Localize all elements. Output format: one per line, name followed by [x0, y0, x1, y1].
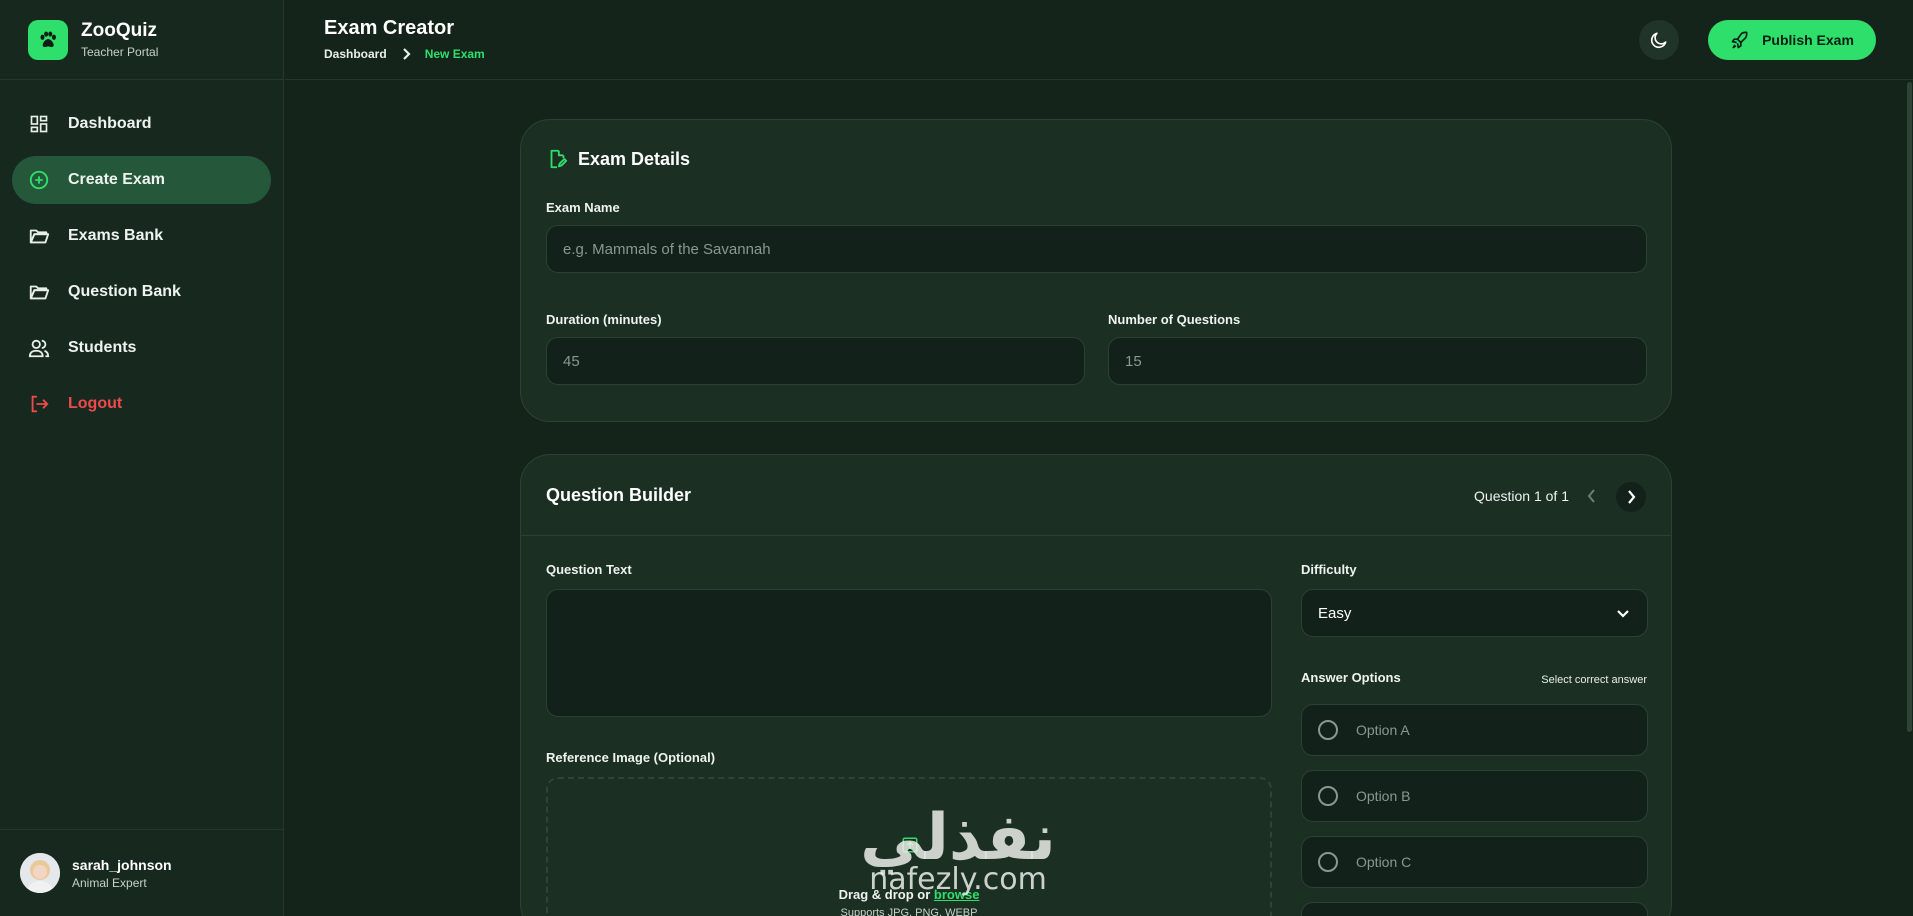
- logout-icon: [28, 393, 50, 415]
- image-upload-icon: [901, 836, 919, 854]
- question-text-label: Question Text: [546, 562, 632, 577]
- breadcrumb: Dashboard New Exam: [324, 47, 485, 61]
- answer-option-c[interactable]: Option C: [1301, 836, 1648, 888]
- difficulty-label: Difficulty: [1301, 562, 1357, 577]
- sidebar-item-question-bank[interactable]: Question Bank: [12, 268, 271, 316]
- radio-button[interactable]: [1318, 720, 1338, 740]
- reference-image-label: Reference Image (Optional): [546, 750, 716, 765]
- question-text-input[interactable]: [546, 589, 1272, 717]
- users-icon: [28, 337, 50, 359]
- sidebar-item-create-exam[interactable]: Create Exam: [12, 156, 271, 204]
- option-text: Option B: [1356, 788, 1411, 804]
- previous-question-button[interactable]: [1578, 482, 1606, 510]
- difficulty-value: Easy: [1318, 604, 1352, 622]
- exam-name-input[interactable]: [546, 225, 1647, 273]
- publish-exam-button[interactable]: Publish Exam: [1708, 20, 1876, 60]
- answer-option-a[interactable]: Option A: [1301, 704, 1648, 756]
- question-builder-header: Question Builder Question 1 of 1: [521, 455, 1671, 536]
- dropzone-instruction: Drag & drop or: [838, 887, 934, 902]
- sidebar-item-exams-bank[interactable]: Exams Bank: [12, 212, 271, 260]
- answer-options-label: Answer Options: [1301, 670, 1401, 685]
- dashboard-icon: [28, 113, 50, 135]
- scrollbar-thumb[interactable]: [1907, 82, 1912, 732]
- chevron-right-icon: [1625, 490, 1637, 504]
- breadcrumb-current: New Exam: [424, 47, 485, 61]
- chevron-right-icon: [401, 48, 411, 60]
- sidebar-item-label: Question Bank: [68, 283, 181, 300]
- question-builder-card: Question Builder Question 1 of 1 Questio…: [520, 454, 1672, 916]
- number-of-questions-input[interactable]: [1108, 337, 1647, 385]
- breadcrumb-home[interactable]: Dashboard: [324, 47, 387, 61]
- radio-button[interactable]: [1318, 786, 1338, 806]
- answer-option-b[interactable]: Option B: [1301, 770, 1648, 822]
- exam-details-card: Exam Details Exam Name Duration (minutes…: [520, 119, 1672, 422]
- dropzone-supported-formats: Supports JPG, PNG, WEBP: [840, 907, 978, 916]
- difficulty-select[interactable]: Easy: [1301, 589, 1648, 637]
- theme-toggle-button[interactable]: [1639, 20, 1679, 60]
- brand-subtitle: Teacher Portal: [81, 45, 159, 59]
- plus-circle-icon: [28, 169, 50, 191]
- user-profile[interactable]: sarah_johnson Animal Expert: [0, 829, 284, 916]
- page-scrollbar[interactable]: [1905, 80, 1913, 916]
- moon-icon: [1649, 30, 1669, 50]
- sidebar-item-label: Create Exam: [68, 171, 165, 188]
- sidebar-nav: Dashboard Create Exam Exams Bank Questio…: [0, 80, 283, 428]
- number-of-questions-label: Number of Questions: [1108, 312, 1241, 327]
- folder-icon: [28, 225, 50, 247]
- sidebar-item-students[interactable]: Students: [12, 324, 271, 372]
- folder-icon: [28, 281, 50, 303]
- brand-title: ZooQuiz: [81, 20, 157, 41]
- avatar: [20, 853, 60, 893]
- radio-button[interactable]: [1318, 852, 1338, 872]
- browse-link[interactable]: browse: [934, 887, 980, 902]
- file-edit-icon: [546, 148, 568, 170]
- option-text: Option C: [1356, 854, 1412, 870]
- rocket-icon: [1730, 30, 1750, 50]
- option-text: Option A: [1356, 722, 1410, 738]
- chevron-left-icon: [1586, 489, 1598, 503]
- image-dropzone[interactable]: Drag & drop or browse Supports JPG, PNG,…: [546, 777, 1272, 916]
- paw-icon: [28, 19, 68, 60]
- sidebar-item-label: Students: [68, 339, 137, 356]
- answer-hint: Select correct answer: [1541, 674, 1647, 686]
- sidebar-item-label: Exams Bank: [68, 227, 164, 244]
- sidebar-item-label: Logout: [68, 395, 123, 412]
- brand: ZooQuiz Teacher Portal: [0, 0, 283, 80]
- user-name: sarah_johnson: [72, 856, 172, 873]
- page-title: Exam Creator: [324, 17, 455, 39]
- sidebar: ZooQuiz Teacher Portal Dashboard Create …: [0, 0, 284, 916]
- exam-details-title: Exam Details: [578, 148, 691, 169]
- user-role: Animal Expert: [72, 875, 147, 890]
- duration-input[interactable]: [546, 337, 1085, 385]
- dropzone-text: Drag & drop or browse: [548, 887, 1270, 902]
- sidebar-item-label: Dashboard: [68, 115, 152, 132]
- chevron-down-icon: [1615, 605, 1631, 621]
- duration-label: Duration (minutes): [546, 312, 662, 327]
- sidebar-item-dashboard[interactable]: Dashboard: [12, 100, 271, 148]
- next-question-button[interactable]: [1616, 482, 1646, 512]
- answer-option-d[interactable]: [1301, 902, 1648, 916]
- sidebar-item-logout[interactable]: Logout: [12, 380, 271, 428]
- question-builder-title: Question Builder: [546, 485, 692, 505]
- top-header: Exam Creator Dashboard New Exam Publish …: [285, 0, 1913, 80]
- exam-name-label: Exam Name: [546, 200, 620, 215]
- publish-exam-label: Publish Exam: [1762, 32, 1854, 48]
- question-counter: Question 1 of 1: [1474, 488, 1569, 504]
